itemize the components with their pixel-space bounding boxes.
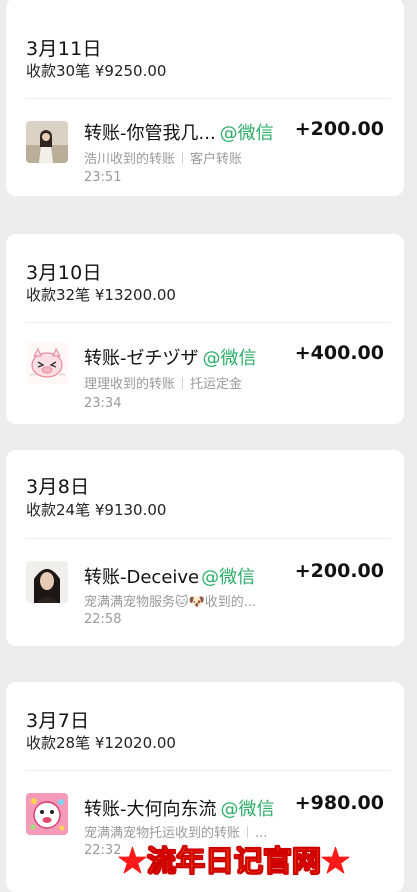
- day-date: 3月11日: [26, 38, 102, 60]
- transfer-note: 客户转账: [190, 152, 243, 167]
- transaction-amount: +980.00: [294, 792, 384, 814]
- wechat-source-label: @微信: [201, 567, 256, 588]
- payer-name: 转账-你管我几...: [84, 123, 216, 144]
- avatar: [26, 793, 68, 835]
- day-date: 3月8日: [26, 476, 90, 498]
- transaction-time: 22:32: [84, 843, 122, 858]
- star-icon: ★: [321, 844, 351, 878]
- payer-name: 转账-Deceive: [84, 567, 200, 588]
- transaction-title: 转账-Deceive @微信: [84, 563, 255, 589]
- receiver-label: 理理收到的转账: [84, 377, 176, 392]
- day-card-mar-10: 3月10日 收款32笔 ¥13200.00 转账-ゼチヅザ @微信 +400.00…: [6, 234, 404, 424]
- transaction-time: 23:34: [84, 396, 122, 411]
- day-summary: 收款24笔 ¥9130.00: [26, 501, 167, 519]
- transaction-title: 转账-ゼチヅザ @微信: [84, 344, 257, 370]
- transfer-note: 托运定金: [190, 377, 243, 392]
- divider: [26, 322, 390, 323]
- avatar: [26, 561, 68, 603]
- payer-name: 转账-大何向东流: [84, 799, 217, 820]
- day-summary: 收款32笔 ¥13200.00: [26, 286, 176, 304]
- day-date: 3月7日: [26, 710, 90, 732]
- watermark-overlay: ★流年日记官网★: [118, 838, 415, 882]
- transaction-description: 宠满满宠物服务🐱🐶收到的...: [84, 591, 256, 610]
- receiver-label: 浩川收到的转账: [84, 152, 176, 167]
- separator: [182, 152, 184, 164]
- day-date: 3月10日: [26, 262, 102, 284]
- transaction-amount: +200.00: [294, 560, 384, 582]
- transaction-amount: +400.00: [294, 342, 384, 364]
- day-summary: 收款28笔 ¥12020.00: [26, 734, 176, 752]
- transaction-time: 23:51: [84, 170, 122, 185]
- transaction-title: 转账-大何向东流 @微信: [84, 795, 275, 821]
- separator: [182, 377, 184, 389]
- day-card-mar-8: 3月8日 收款24笔 ¥9130.00 转账-Deceive @微信 +200.0…: [6, 450, 404, 646]
- day-summary: 收款30笔 ¥9250.00: [26, 62, 167, 80]
- receiver-label: 宠满满宠物服务🐱🐶收到的...: [84, 595, 257, 610]
- payer-name: 转账-ゼチヅザ: [84, 348, 199, 369]
- watermark-text: 流年日记官网: [147, 844, 322, 879]
- wechat-source-label: @微信: [202, 348, 257, 369]
- star-icon: ★: [118, 844, 148, 878]
- transaction-amount: +200.00: [294, 118, 384, 140]
- transaction-description: 浩川收到的转账 客户转账: [84, 148, 242, 167]
- avatar: [26, 342, 68, 384]
- avatar: [26, 121, 68, 163]
- transaction-time: 22:58: [84, 612, 122, 627]
- wechat-source-label: @微信: [219, 123, 274, 144]
- wechat-source-label: @微信: [220, 799, 275, 820]
- divider: [26, 770, 390, 771]
- day-card-mar-11: 3月11日 收款30笔 ¥9250.00 转账-你管我几... @微信 +200.…: [6, 0, 404, 196]
- separator: [247, 826, 249, 838]
- divider: [26, 98, 390, 99]
- divider: [26, 538, 390, 539]
- transaction-description: 理理收到的转账 托运定金: [84, 373, 242, 392]
- transaction-title: 转账-你管我几... @微信: [84, 119, 274, 145]
